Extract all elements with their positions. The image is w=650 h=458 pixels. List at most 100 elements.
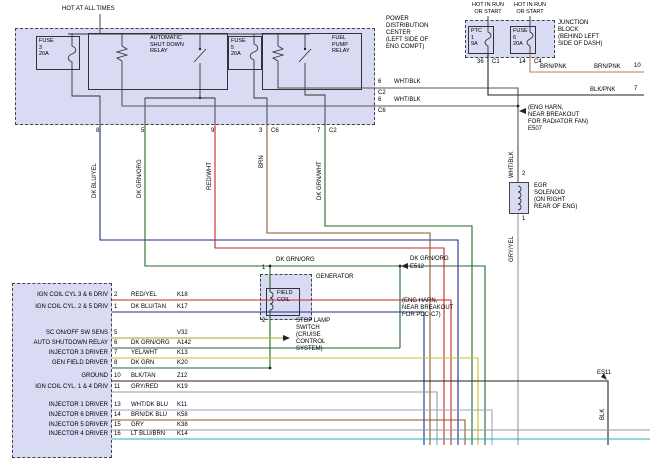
pcm-circuit: K11 (177, 402, 187, 409)
wire-dkbluyel (100, 125, 458, 445)
pdc-pin-9: 9 (211, 128, 214, 135)
pcm-signal: GROUND (14, 373, 108, 380)
junction-hot-ticks (488, 16, 530, 26)
pcm-circuit: K19 (177, 384, 188, 391)
jb-conn-c1: C1 (492, 59, 500, 66)
e507-note: (ENG HARN, NEAR BREAKOUT FOR RADIATOR FA… (528, 105, 588, 133)
field-coil-symbol (270, 292, 273, 310)
pcm-wire-label: YEL/WHT (131, 350, 158, 357)
pdc-c7-line: (ENG HARN, (402, 298, 453, 305)
pcm-pin: 8 (114, 360, 117, 367)
fuse3-symbol (68, 34, 76, 68)
pdc-note-line: ENG COMPT) (386, 44, 428, 51)
fp-relay-contact-out (305, 63, 325, 125)
pcm-signal: INJECTOR 5 DRIVER (14, 422, 108, 429)
es11-splice-label: ES11 (597, 370, 611, 377)
pcm-pin: 10 (114, 373, 121, 380)
fuse6-label: FUSE 6 20A (513, 28, 528, 48)
pdc-note-line: (LEFT SIDE OF (386, 37, 428, 44)
wire-label-redwht: RED/WHT (207, 162, 214, 190)
pcm-circuit: K18 (177, 292, 188, 299)
pcm-circuit: K17 (177, 304, 188, 311)
pdc-pin-7: 7 (317, 128, 320, 135)
fuse5-line: 20A (231, 51, 246, 58)
fuse5-output-wire (254, 60, 267, 125)
relay2-contact-dot (304, 48, 306, 50)
pcm-wire-label: DK GRN/ORG (131, 340, 170, 347)
asd-relay-line: RELAY (150, 48, 184, 55)
relay1-split-dot (199, 97, 201, 99)
pcm-pin: 13 (114, 402, 121, 409)
junction-block-note: JUNCTION BLOCK (BEHIND LEFT SIDE OF DASH… (558, 20, 602, 48)
e512-splice-label: E512 (410, 264, 424, 271)
pdc-pin-8: 8 (96, 128, 99, 135)
pcm-signal: IGN COIL CYL 3 & 6 DRIV (14, 292, 108, 299)
jb-note-line: SIDE OF DASH) (558, 41, 602, 48)
wire-label-dkgrnorg: DK GRN/ORG (137, 159, 144, 198)
pcm-pin: 2 (114, 292, 117, 299)
v32-arrow (283, 335, 290, 341)
field-coil-label: FIELD COIL (277, 290, 293, 303)
fuse3-line: FUSE (39, 38, 54, 45)
wire-dkgrnwht (325, 125, 472, 445)
fuse3-output-wire (72, 68, 100, 125)
asd-relay-line: AUTOMATIC (150, 35, 184, 42)
brnpnk-label-1: BRN/PNK (540, 64, 567, 71)
wire-label-dkgrnwht: DK GRN/WHT (317, 161, 324, 200)
pcm-signal: IGN COIL CYL. 2 & 5 DRIV (14, 304, 108, 311)
pcm-wire-label: DK BLU/TAN (131, 304, 166, 311)
pcm-signal: GEN FIELD DRIVER (14, 360, 108, 367)
pcm-wire-label: BRN/DK BLU (131, 412, 167, 419)
fuel-pump-relay-label: FUEL PUMP RELAY (332, 35, 350, 55)
e507-splice-id: E507 (528, 126, 588, 133)
egr-wire-bot-label: GRY/YEL (509, 236, 516, 262)
pcm-signal: INJECTOR 1 DRIVER (14, 402, 108, 409)
out1-conn: C2 (378, 90, 386, 97)
relay1-contact-dot (199, 48, 201, 50)
ptc1-label: PTC 1 9A (471, 28, 482, 48)
pdc-conn-c2: C2 (329, 128, 337, 135)
pdc-note-line: DISTRIBUTION (386, 23, 428, 30)
pcm-circuit: K14 (177, 431, 188, 438)
fuse3-line: 20A (39, 51, 54, 58)
asd-relay-coil (117, 46, 127, 61)
asd-relay-label: AUTOMATIC SHUT DOWN RELAY (150, 35, 184, 55)
ptc1-symbol (485, 26, 491, 54)
pcm-circuit: A142 (177, 340, 191, 347)
e507-line: NEAR BREAKOUT (528, 112, 588, 119)
egr-wire-top-label: WHT/BLK (509, 151, 516, 178)
pcm-signal: INJECTOR 4 DRIVER (14, 431, 108, 438)
hot-at-all-times-label: HOT AT ALL TIMES (62, 6, 115, 13)
pdc-note: POWER DISTRIBUTION CENTER (LEFT SIDE OF … (386, 16, 428, 51)
fuse5-line: FUSE (231, 38, 246, 45)
out2-wire-label: WHT/BLK (394, 97, 421, 104)
wire-whtdkblu-k11 (112, 410, 492, 445)
fuse6-line: FUSE (513, 28, 528, 35)
generator-label: GENERATOR (316, 274, 353, 281)
pcm-circuit: K13 (177, 350, 188, 357)
stop-lamp-note: STOP LAMP SWITCH (CRUISE CONTROL SYSTEM) (296, 318, 330, 353)
field-coil-line: FIELD (277, 290, 293, 297)
wire-dkblutan-k17 (112, 312, 424, 445)
fuse3-label: FUSE 3 20A (39, 38, 54, 58)
egr-name-line: EGR (534, 183, 577, 190)
pcm-circuit: K38 (177, 422, 188, 429)
egr-pin-1: 1 (522, 216, 525, 223)
pcm-signal: INJECTOR 3 DRIVER (14, 350, 108, 357)
out1-pin: 6 (378, 79, 381, 86)
egr-name-line: REAR OF ENG) (534, 204, 577, 211)
hot1-line: OR START (466, 9, 510, 16)
pdc-note-line: POWER (386, 16, 428, 23)
pcm-wire-label: BLK/TAN (131, 373, 156, 380)
pcm-wire-label: RED/YEL (131, 292, 157, 299)
out2-pin: 6 (378, 97, 381, 104)
pcm-pin: 16 (114, 431, 121, 438)
out2-conn: C6 (378, 108, 386, 115)
stop-lamp-line: STOP LAMP (296, 318, 330, 325)
e512-arrow (401, 263, 408, 269)
fp-relay-line: RELAY (332, 48, 350, 55)
gen-feed-wire-label: DK GRN/ORG (276, 257, 315, 264)
out1-wire-label: WHT/BLK (394, 79, 421, 86)
pcm-pin: 5 (114, 330, 117, 337)
stop-lamp-line: SYSTEM) (296, 346, 330, 353)
